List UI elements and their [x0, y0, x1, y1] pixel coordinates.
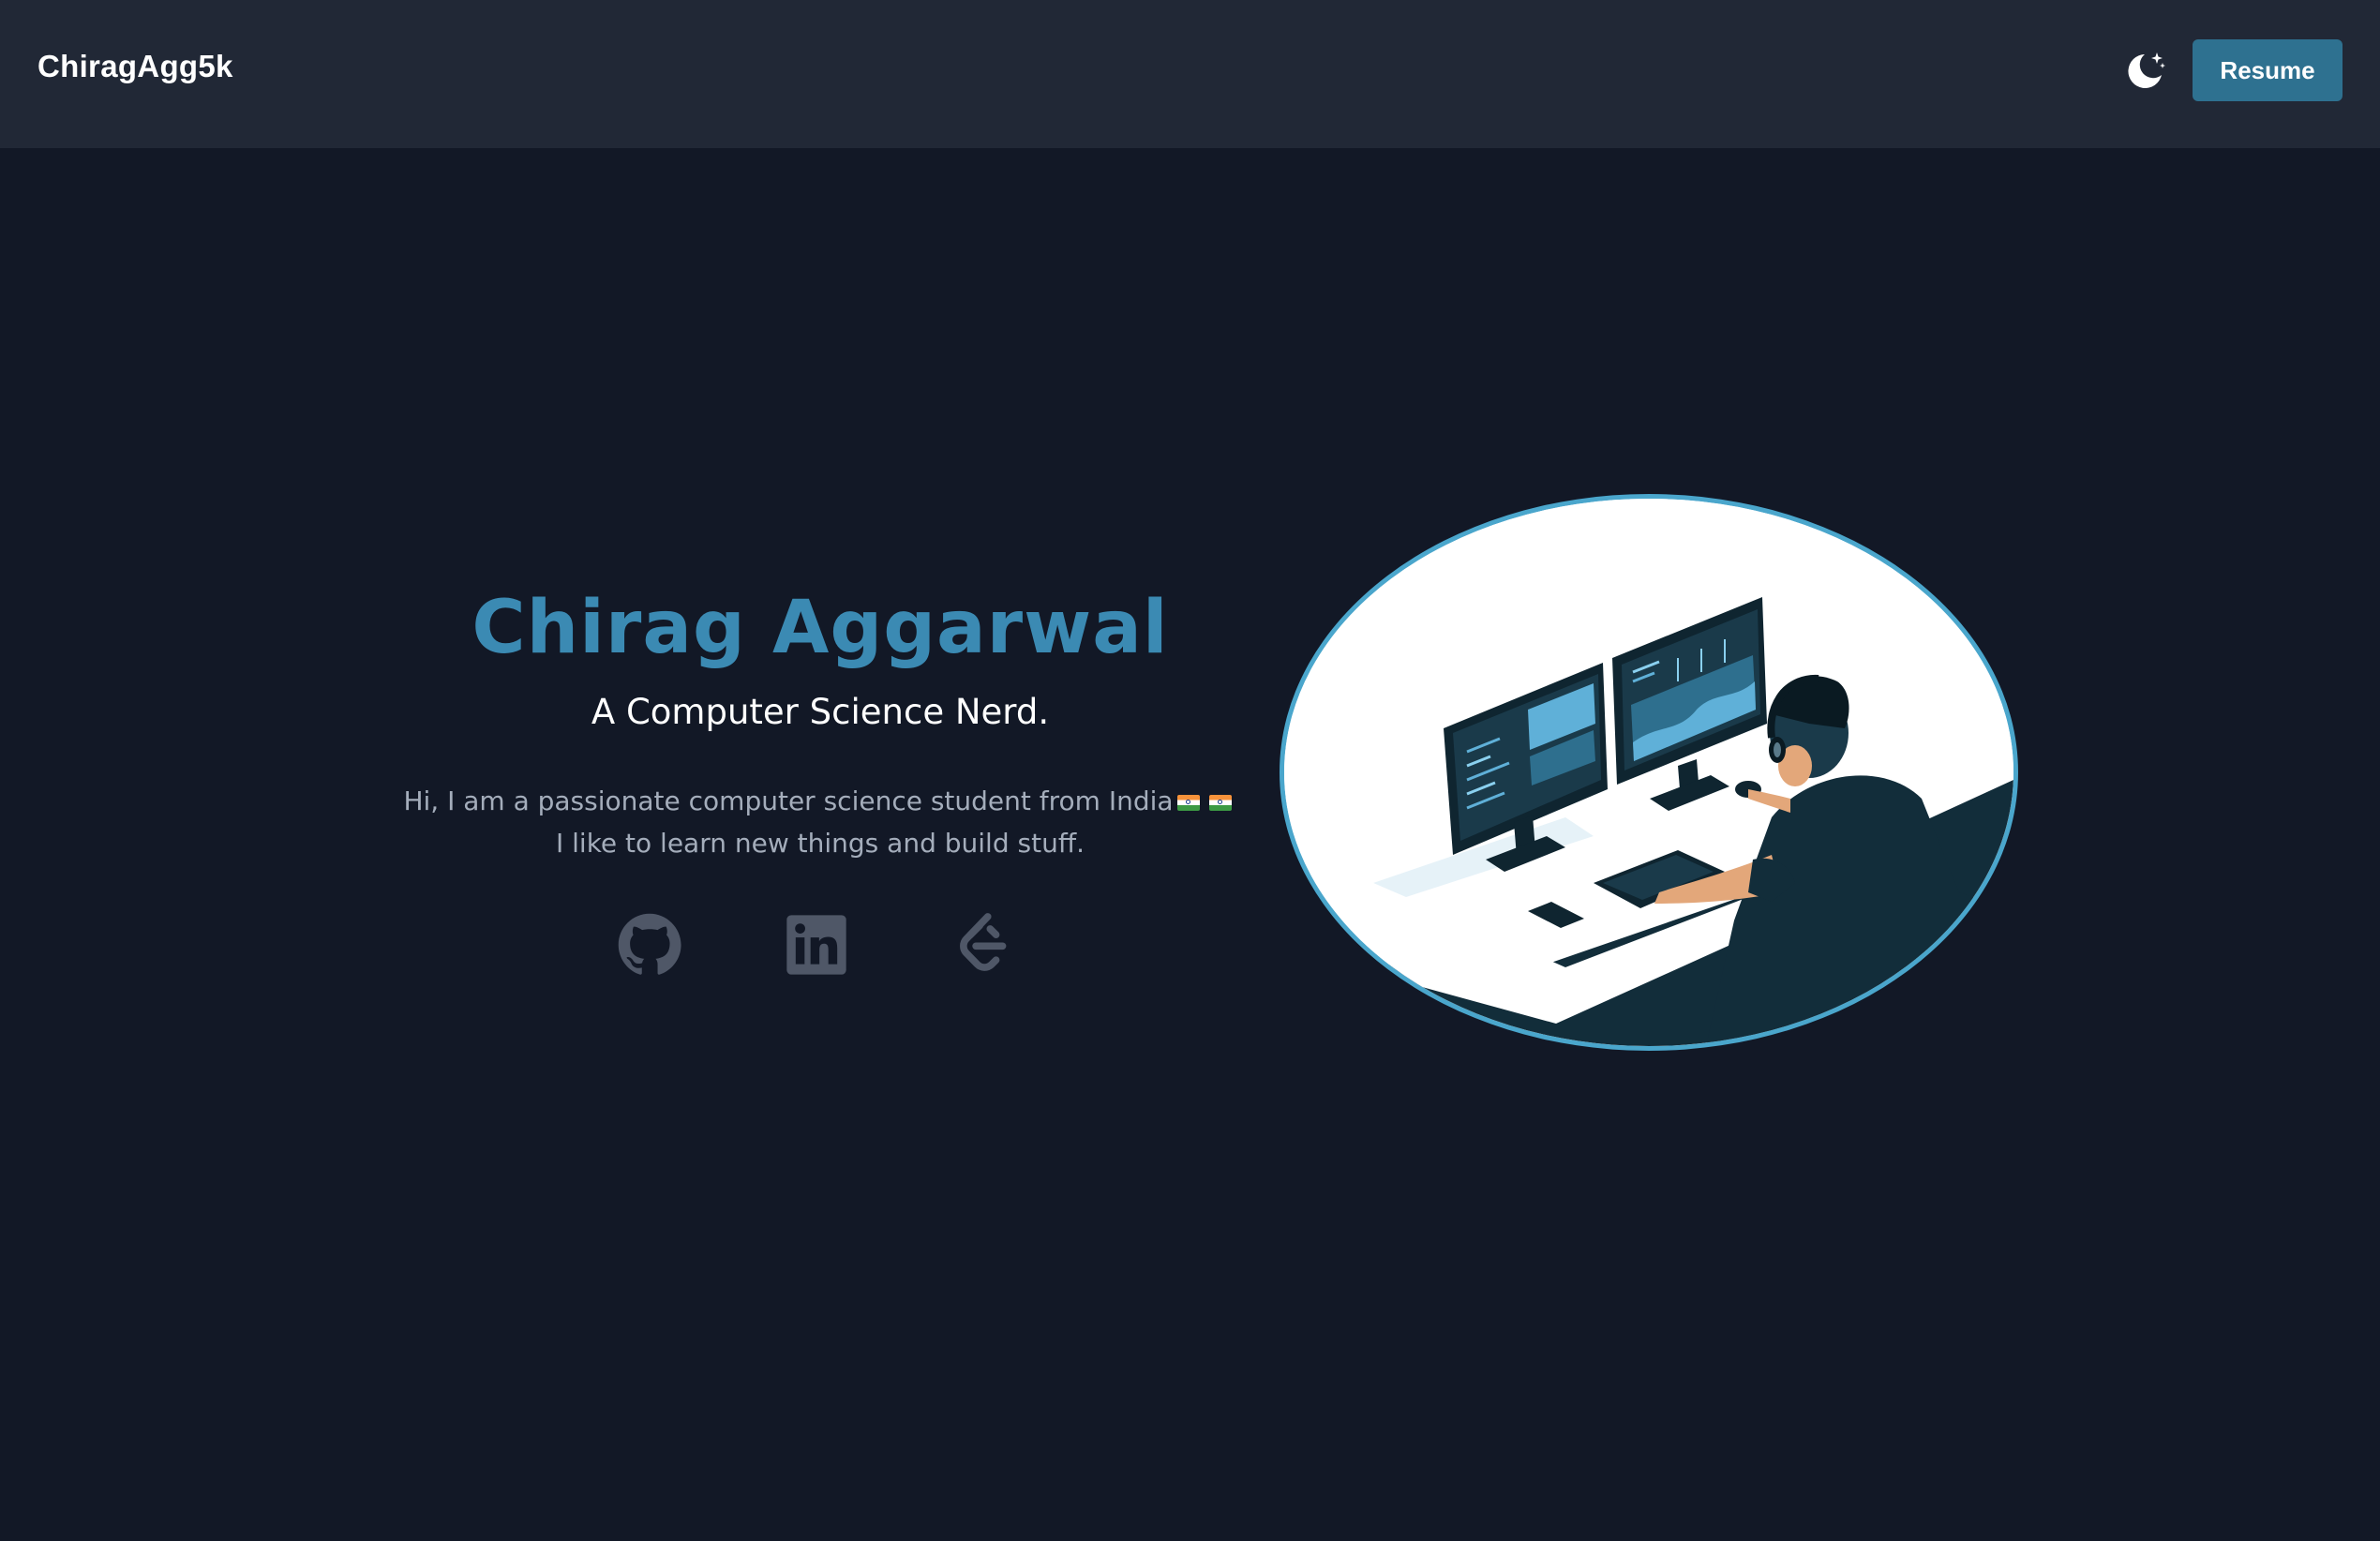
description-line-2: I like to learn new things and build stu…	[555, 828, 1085, 859]
brand-logo-text[interactable]: ChiragAgg5k	[37, 49, 233, 84]
hero-description: Hi, I am a passionate computer science s…	[356, 780, 1284, 864]
description-line-1-text: Hi, I am a passionate computer science s…	[403, 785, 1174, 816]
india-flag-icon	[1176, 794, 1200, 811]
india-flag-icon	[1208, 794, 1232, 811]
hero-name: Chirag Aggarwal	[472, 586, 1169, 670]
github-icon	[618, 913, 681, 975]
leetcode-icon	[960, 913, 1007, 971]
illustration-art	[1284, 499, 2013, 1046]
theme-toggle-moon-icon[interactable]	[2120, 47, 2169, 96]
navbar: ChiragAgg5k Resume	[0, 0, 2380, 148]
linkedin-icon	[786, 915, 846, 975]
linkedin-link[interactable]	[781, 909, 852, 980]
social-links	[614, 909, 1026, 984]
description-line-1: Hi, I am a passionate computer science s…	[356, 780, 1284, 822]
resume-button[interactable]: Resume	[2193, 39, 2343, 101]
developer-at-desk-illustration	[1280, 494, 2018, 1051]
leetcode-link[interactable]	[948, 909, 1019, 980]
hero-subtitle: A Computer Science Nerd.	[591, 692, 1050, 732]
github-link[interactable]	[614, 909, 685, 980]
